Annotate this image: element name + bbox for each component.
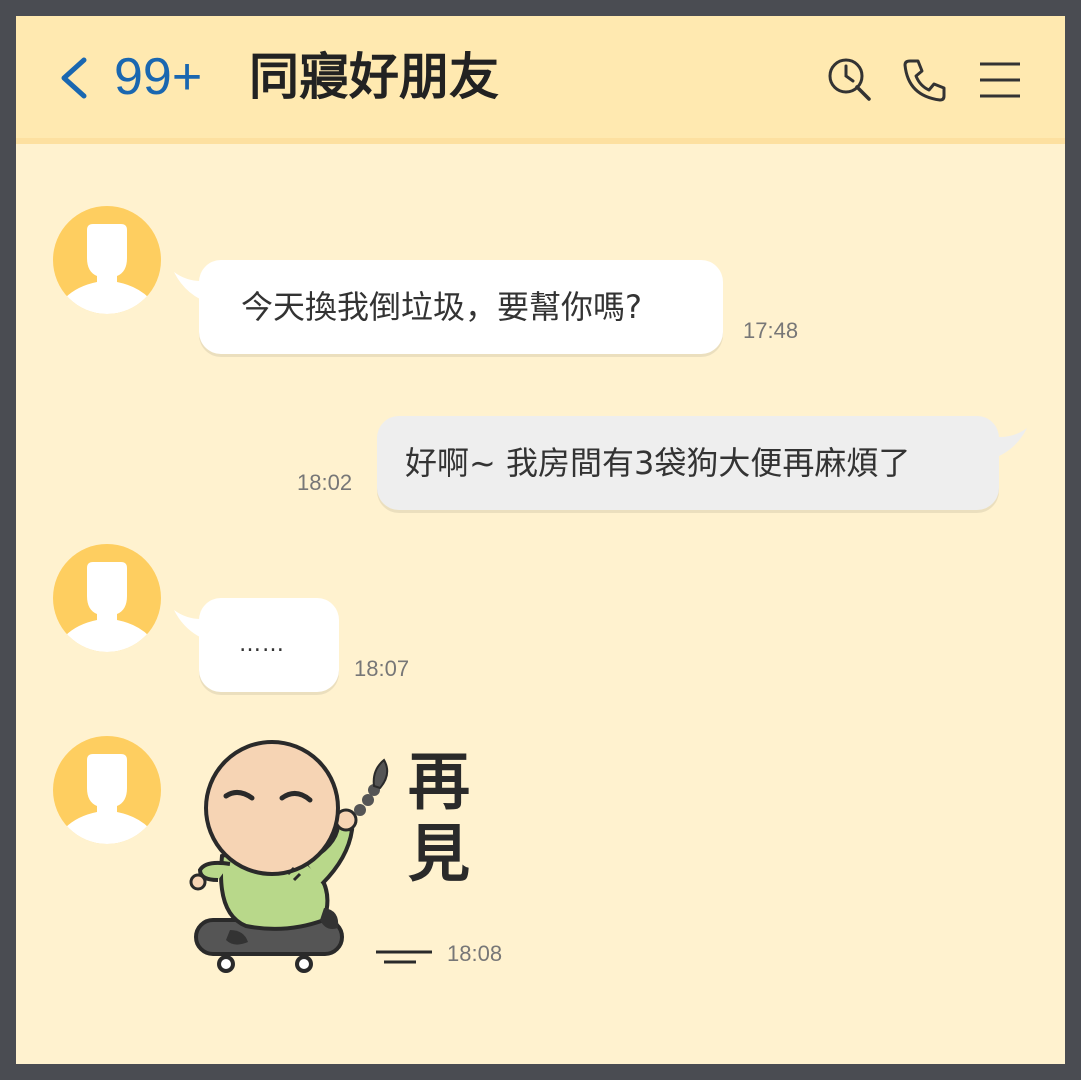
avatar[interactable] [53, 736, 161, 844]
avatar[interactable] [53, 206, 161, 314]
message-time: 17:48 [743, 318, 799, 343]
avatar[interactable] [53, 544, 161, 652]
message-bubble[interactable]: …… [199, 598, 339, 692]
message-bubble[interactable]: 好啊~ 我房間有3袋狗大便再麻煩了 [377, 416, 999, 510]
message-time: 18:02 [297, 470, 353, 495]
bubble-tail [989, 428, 1027, 460]
sticker-text-bottom: 見 [408, 817, 471, 890]
default-user-icon [65, 562, 149, 652]
phone-icon[interactable] [900, 56, 948, 104]
search-history-icon[interactable] [826, 56, 874, 104]
message-time: 18:07 [354, 656, 410, 681]
unread-count[interactable]: 99+ [114, 46, 202, 108]
message-time: 18:08 [447, 941, 503, 966]
sticker-text-top: 再 [408, 745, 471, 818]
chat-screen: 99+ 同寢好朋友 今天換我倒垃圾，要幫你嗎? 17:48 18:02 好啊~ … [16, 16, 1065, 1064]
chat-title: 同寢好朋友 [249, 48, 499, 106]
message-bubble[interactable]: 今天換我倒垃圾，要幫你嗎? [199, 260, 723, 354]
default-user-icon [65, 224, 149, 314]
back-chevron-icon[interactable] [58, 56, 90, 100]
default-user-icon [65, 754, 149, 844]
menu-icon[interactable] [976, 56, 1024, 104]
chat-header: 99+ 同寢好朋友 [16, 16, 1065, 144]
goodbye-sticker[interactable]: 再 見 [186, 734, 470, 984]
